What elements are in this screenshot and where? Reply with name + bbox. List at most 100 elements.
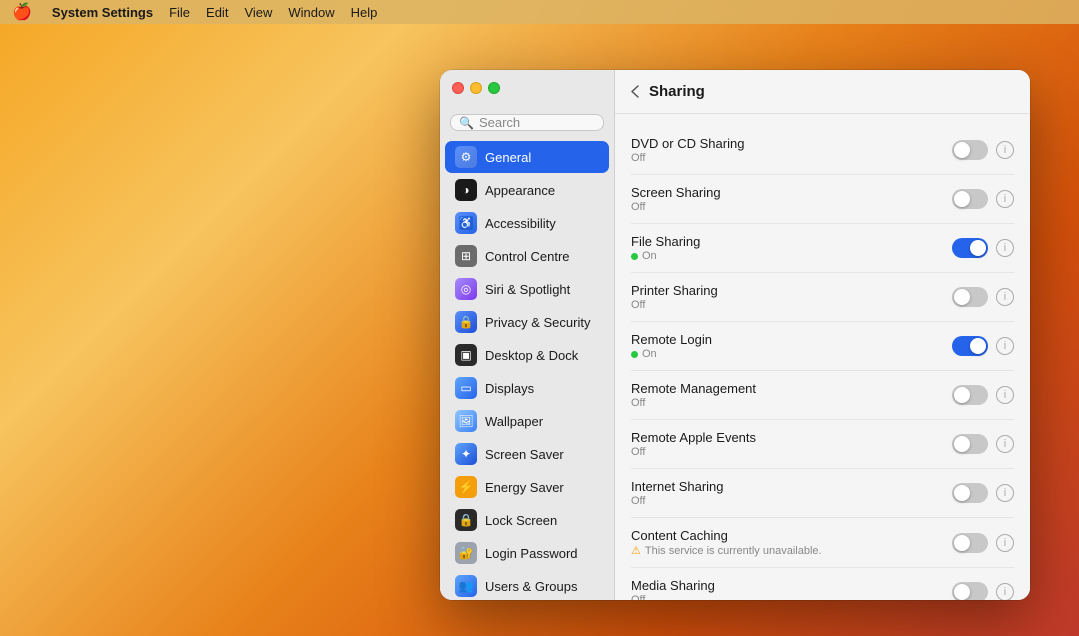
toggle-content-caching[interactable] xyxy=(952,533,988,553)
sidebar-item-label-privacy-security: Privacy & Security xyxy=(485,315,590,330)
sharing-name-file-sharing: File Sharing xyxy=(631,234,952,249)
back-button[interactable] xyxy=(631,85,639,98)
content-header: Sharing xyxy=(615,70,1030,114)
sharing-controls-media-sharing: i xyxy=(952,582,1014,600)
status-text-internet-sharing: Off xyxy=(631,495,645,507)
status-text-media-sharing: Off xyxy=(631,594,645,600)
lock-screen-icon: 🔒 xyxy=(455,509,477,531)
sharing-row-printer-sharing: Printer SharingOffi xyxy=(631,273,1014,322)
status-dot-on xyxy=(631,253,638,260)
sidebar-item-label-appearance: Appearance xyxy=(485,183,555,198)
sharing-controls-internet-sharing: i xyxy=(952,483,1014,503)
toggle-internet-sharing[interactable] xyxy=(952,483,988,503)
sidebar-item-users-groups[interactable]: 👥Users & Groups xyxy=(445,570,609,600)
sharing-info-internet-sharing: Internet SharingOff xyxy=(631,479,952,507)
sharing-name-internet-sharing: Internet Sharing xyxy=(631,479,952,494)
close-button[interactable] xyxy=(452,82,464,94)
sharing-controls-file-sharing: i xyxy=(952,238,1014,258)
control-centre-icon: ⊞ xyxy=(455,245,477,267)
sharing-status-file-sharing: On xyxy=(631,250,952,262)
info-button-remote-apple-events[interactable]: i xyxy=(996,435,1014,453)
toggle-dvd-cd[interactable] xyxy=(952,140,988,160)
sidebar-item-label-desktop-dock: Desktop & Dock xyxy=(485,348,578,363)
toggle-knob xyxy=(954,191,970,207)
sharing-row-remote-management: Remote ManagementOff i xyxy=(631,371,1014,420)
sharing-status-content-caching: ⚠This service is currently unavailable. xyxy=(631,544,952,557)
sidebar-item-siri-spotlight[interactable]: ◎Siri & Spotlight xyxy=(445,273,609,305)
warning-icon: ⚠ xyxy=(631,544,641,557)
sharing-status-media-sharing: Off xyxy=(631,594,952,600)
search-placeholder: Search xyxy=(479,115,520,130)
sharing-name-remote-management: Remote Management xyxy=(631,381,952,396)
search-bar[interactable]: 🔍 Search xyxy=(450,114,604,131)
back-arrow-icon xyxy=(631,85,639,98)
sharing-row-remote-apple-events: Remote Apple EventsOff i xyxy=(631,420,1014,469)
sidebar-item-accessibility[interactable]: ♿Accessibility xyxy=(445,207,609,239)
sharing-status-remote-apple-events: Off xyxy=(631,446,952,458)
sharing-info-remote-login: Remote LoginOn xyxy=(631,332,952,360)
sidebar-item-lock-screen[interactable]: 🔒 Lock Screen xyxy=(445,504,609,536)
sharing-controls-dvd-cd: i xyxy=(952,140,1014,160)
sidebar-item-desktop-dock[interactable]: ▣Desktop & Dock xyxy=(445,339,609,371)
sidebar-item-wallpaper[interactable]: 🖼Wallpaper xyxy=(445,405,609,437)
traffic-lights xyxy=(452,82,500,94)
sharing-name-remote-apple-events: Remote Apple Events xyxy=(631,430,952,445)
sharing-row-screen-sharing: Screen SharingOff i xyxy=(631,175,1014,224)
sidebar-item-screen-saver[interactable]: ✦Screen Saver xyxy=(445,438,609,470)
system-settings-window: 🔍 Search ⚙ General ◑Appearance♿Accessibili… xyxy=(440,70,1030,600)
info-button-content-caching[interactable]: i xyxy=(996,534,1014,552)
toggle-media-sharing[interactable] xyxy=(952,582,988,600)
sidebar-item-general[interactable]: ⚙ General xyxy=(445,141,609,173)
page-title: Sharing xyxy=(649,83,705,100)
sharing-name-dvd-cd: DVD or CD Sharing xyxy=(631,136,952,151)
sidebar-item-control-centre[interactable]: ⊞Control Centre xyxy=(445,240,609,272)
sharing-info-file-sharing: File SharingOn xyxy=(631,234,952,262)
sidebar-item-login-password[interactable]: 🔐Login Password xyxy=(445,537,609,569)
sidebar-item-displays[interactable]: ▭Displays xyxy=(445,372,609,404)
toggle-knob xyxy=(970,338,986,354)
info-button-remote-login[interactable]: i xyxy=(996,337,1014,355)
info-button-file-sharing[interactable]: i xyxy=(996,239,1014,257)
sidebar-item-label-lock-screen: Lock Screen xyxy=(485,513,557,528)
sharing-info-screen-sharing: Screen SharingOff xyxy=(631,185,952,213)
minimize-button[interactable] xyxy=(470,82,482,94)
toggle-screen-sharing[interactable] xyxy=(952,189,988,209)
sharing-status-printer-sharing: Off xyxy=(631,299,952,311)
toggle-remote-apple-events[interactable] xyxy=(952,434,988,454)
info-button-printer-sharing[interactable]: i xyxy=(996,288,1014,306)
menu-edit[interactable]: Edit xyxy=(206,5,228,20)
info-button-screen-sharing[interactable]: i xyxy=(996,190,1014,208)
menu-window[interactable]: Window xyxy=(288,5,334,20)
info-button-remote-management[interactable]: i xyxy=(996,386,1014,404)
toggle-printer-sharing[interactable] xyxy=(952,287,988,307)
menubar: 🍎 System Settings File Edit View Window … xyxy=(0,0,1079,24)
toggle-knob xyxy=(954,535,970,551)
toggle-remote-login[interactable] xyxy=(952,336,988,356)
sharing-controls-printer-sharing: i xyxy=(952,287,1014,307)
sharing-status-remote-management: Off xyxy=(631,397,952,409)
toggle-remote-management[interactable] xyxy=(952,385,988,405)
general-icon: ⚙ xyxy=(455,146,477,168)
menu-help[interactable]: Help xyxy=(351,5,378,20)
toggle-file-sharing[interactable] xyxy=(952,238,988,258)
status-text-remote-management: Off xyxy=(631,397,645,409)
sidebar-item-privacy-security[interactable]: 🔒Privacy & Security xyxy=(445,306,609,338)
info-button-dvd-cd[interactable]: i xyxy=(996,141,1014,159)
apple-menu[interactable]: 🍎 xyxy=(12,2,32,22)
info-button-internet-sharing[interactable]: i xyxy=(996,484,1014,502)
menu-view[interactable]: View xyxy=(244,5,272,20)
sharing-row-remote-login: Remote LoginOn i xyxy=(631,322,1014,371)
sharing-status-remote-login: On xyxy=(631,348,952,360)
sidebar-item-label-wallpaper: Wallpaper xyxy=(485,414,543,429)
sharing-row-content-caching: Content Caching⚠This service is currentl… xyxy=(631,518,1014,568)
maximize-button[interactable] xyxy=(488,82,500,94)
menu-file[interactable]: File xyxy=(169,5,190,20)
sidebar-item-energy-saver[interactable]: ⚡Energy Saver xyxy=(445,471,609,503)
sidebar-item-appearance[interactable]: ◑Appearance xyxy=(445,174,609,206)
users-groups-icon: 👥 xyxy=(455,575,477,597)
login-password-icon: 🔐 xyxy=(455,542,477,564)
displays-icon: ▭ xyxy=(455,377,477,399)
sidebar-item-label-general: General xyxy=(485,150,531,165)
info-button-media-sharing[interactable]: i xyxy=(996,583,1014,600)
screen-saver-icon: ✦ xyxy=(455,443,477,465)
